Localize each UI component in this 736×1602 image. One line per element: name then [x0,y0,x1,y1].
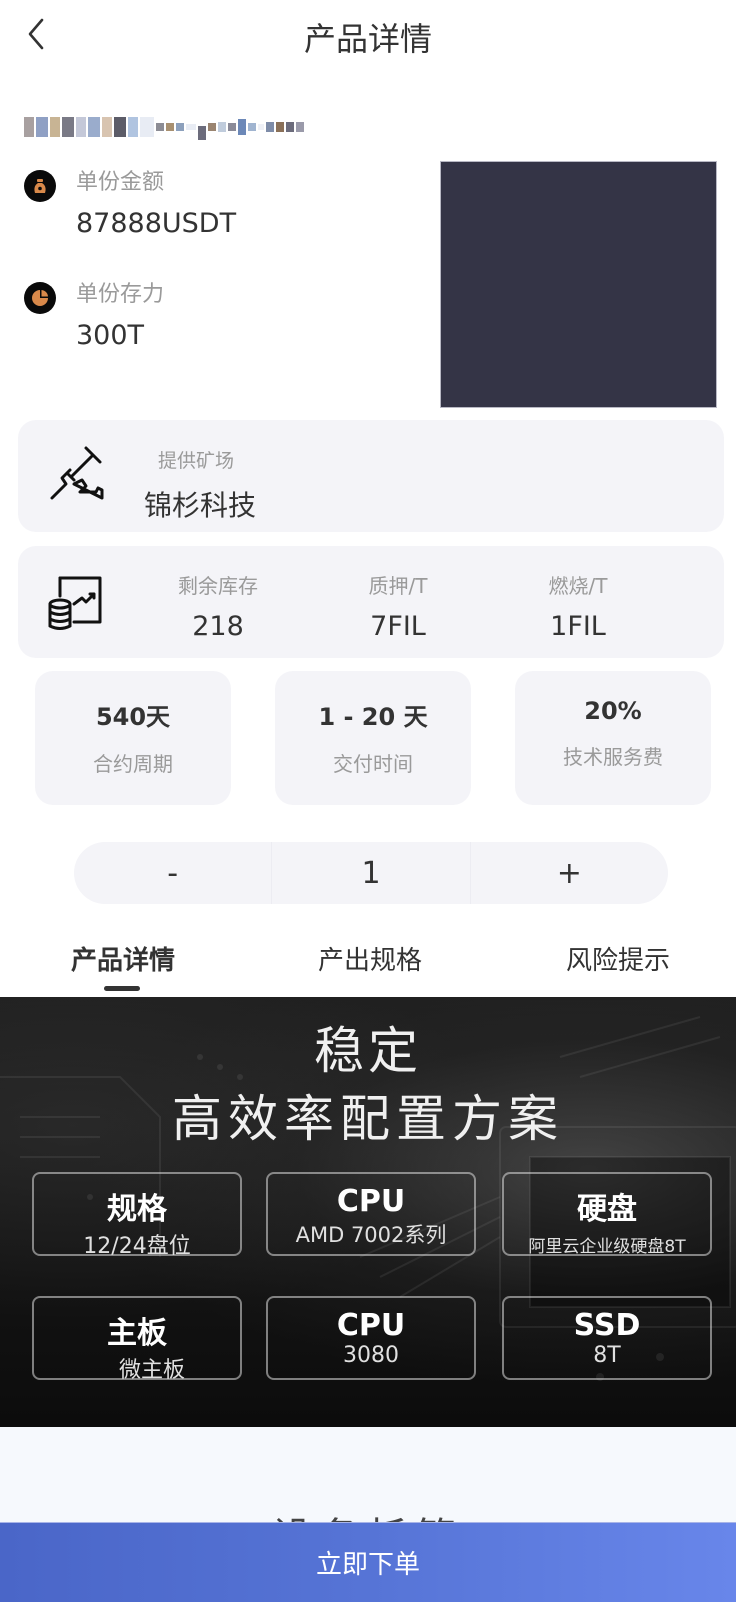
stat-pledge-per-t: 质押/T 7FIL [328,570,468,642]
unit-price-value: 87888USDT [76,208,237,239]
spec-box: 主板 微主板 [32,1296,242,1383]
database-chart-icon [46,574,108,636]
farm-label: 提供矿场 [158,450,235,472]
active-tab-indicator [104,986,140,991]
term-label: 交付时间 [333,752,413,776]
spec-title: 主板 [107,1316,167,1351]
spec-box: 规格 12/24盘位 [32,1172,242,1259]
term-delivery-time: 1 - 20 天 交付时间 [275,671,471,805]
unit-storage-label: 单份存力 [76,282,165,307]
product-info: 单份金额 87888USDT 单份存力 300T [24,160,404,384]
unit-price-label: 单份金额 [76,170,165,195]
stat-value: 218 [192,611,244,642]
spec-box: CPU 3080 [266,1296,476,1380]
mining-farm-card: 提供矿场 锦杉科技 [18,420,724,532]
spec-sub: 阿里云企业级硬盘8T [528,1237,686,1257]
spec-box: SSD 8T [502,1296,712,1380]
term-value: 540天 [95,703,171,731]
term-value: 20% [584,697,642,725]
decrement-button[interactable]: - [74,842,271,904]
spec-sub: 微主板 [118,1358,185,1383]
spec-title: CPU [336,1184,406,1219]
stat-value: 1FIL [550,611,606,642]
spec-title: 规格 [107,1192,167,1227]
quantity-value[interactable]: 1 [271,842,471,904]
page-title: 产品详情 [303,20,432,58]
term-service-fee: 20% 技术服务费 [515,671,711,805]
spec-title: SSD [573,1308,641,1343]
stat-value: 7FIL [370,611,426,642]
farm-value: 锦杉科技 [144,489,257,522]
spec-sub: AMD 7002系列 [295,1223,447,1247]
spec-box: 硬盘 阿里云企业级硬盘8T [502,1172,712,1257]
tab-product-details[interactable]: 产品详情 [43,940,203,977]
tab-output-specs[interactable]: 产出规格 [290,940,450,977]
navbar: 产品详情 [0,0,736,70]
stock-card: 剩余库存 218 质押/T 7FIL 燃烧/T 1FIL [18,546,724,658]
increment-button[interactable]: + [471,842,668,904]
product-name-redacted [24,114,384,140]
term-label: 合约周期 [93,752,173,776]
quantity-stepper: - 1 + [74,842,668,904]
stat-label: 质押/T [368,574,428,598]
unit-storage-value: 300T [76,320,145,351]
order-now-button[interactable]: 立即下单 [0,1522,736,1602]
config-banner: 稳定 高效率配置方案 规格 12/24盘位 CPU AMD 7002系列 硬盘 … [0,997,736,1427]
tab-risk-warning[interactable]: 风险提示 [538,940,698,977]
spec-box: CPU AMD 7002系列 [266,1172,476,1256]
term-contract-period: 540天 合约周期 [35,671,231,805]
detail-tabs: 产品详情 产出规格 风险提示 [0,940,736,996]
term-label: 技术服务费 [563,745,663,769]
spec-title: 硬盘 [577,1192,637,1227]
pickaxe-icon [46,444,108,506]
unit-price-row: 单份金额 87888USDT [24,160,404,272]
money-bag-icon [24,170,56,202]
term-value: 1 - 20 天 [318,703,428,731]
unit-storage-row: 单份存力 300T [24,272,404,384]
stat-burn-per-t: 燃烧/T 1FIL [508,570,648,642]
spec-sub: 8T [593,1343,621,1368]
banner-title-line2: 高效率配置方案 [172,1090,564,1148]
spec-title: CPU [336,1308,406,1343]
stat-label: 燃烧/T [548,574,608,598]
spec-sub: 12/24盘位 [83,1234,191,1259]
banner-title-line1: 稳定 [314,1022,422,1080]
stat-label: 剩余库存 [178,574,258,598]
product-image [440,161,717,408]
spec-sub: 3080 [343,1343,399,1368]
stat-remaining-stock: 剩余库存 218 [148,570,288,642]
pie-chart-icon [24,282,56,314]
